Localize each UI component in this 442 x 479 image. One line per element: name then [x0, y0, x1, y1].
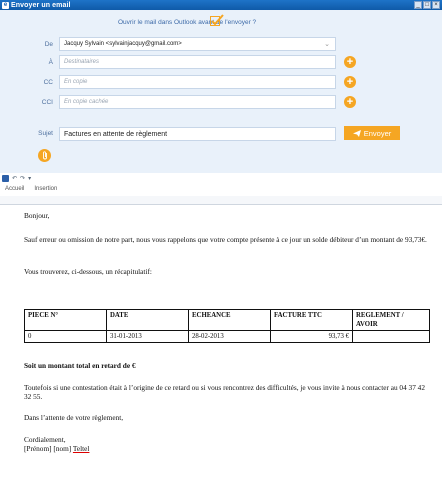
- signature-name: [Prénom] [nom]: [24, 444, 73, 453]
- to-placeholder: Destinataires: [64, 59, 100, 65]
- ribbon-band: [0, 196, 442, 204]
- quick-access-toolbar: ↶ ↷ ▾: [2, 175, 31, 182]
- tab-insertion[interactable]: Insertion: [34, 186, 57, 192]
- subject-label: Sujet: [38, 130, 53, 137]
- checkmark-icon[interactable]: [210, 14, 224, 26]
- window-title: Envoyer un email: [11, 1, 71, 9]
- cci-label: CCI: [41, 99, 53, 106]
- add-to-button[interactable]: +: [344, 56, 356, 68]
- subject-value: Factures en attente de règlement: [64, 130, 168, 138]
- add-cci-button[interactable]: +: [344, 96, 356, 108]
- table-cell: 31-01-2013: [106, 330, 189, 343]
- email-form-panel: [0, 10, 442, 173]
- body-paragraph-1: Sauf erreur ou omission de notre part, n…: [24, 235, 427, 244]
- column-header: REGLEMENT / AVOIR: [352, 309, 430, 331]
- chevron-down-icon[interactable]: ▾: [28, 175, 31, 182]
- maximize-button[interactable]: □: [423, 1, 431, 9]
- chevron-down-icon: ⌄: [324, 41, 330, 48]
- table-cell: 93,73 €: [270, 330, 353, 343]
- total-line: Soit un montant total en retard de €: [24, 361, 136, 370]
- greeting: Bonjour,: [24, 211, 50, 220]
- close-button[interactable]: ×: [432, 1, 440, 9]
- attachment-button[interactable]: [38, 149, 51, 162]
- ribbon-divider: [0, 204, 442, 205]
- invoice-table: PIECE N° DATE ECHEANCE FACTURE TTC REGLE…: [24, 309, 430, 343]
- tab-accueil[interactable]: Accueil: [5, 186, 24, 192]
- ribbon-tabs: Accueil Insertion: [5, 186, 57, 192]
- subject-field[interactable]: Factures en attente de règlement: [59, 127, 336, 141]
- signature-company: Teltel: [72, 444, 90, 453]
- table-cell: 28-02-2013: [188, 330, 271, 343]
- to-field[interactable]: Destinataires: [59, 55, 336, 69]
- cc-label: CC: [43, 79, 53, 86]
- body-paragraph-3: Toutefois si une contestation était à l’…: [24, 383, 425, 401]
- cci-placeholder: En copie cachée: [64, 99, 109, 105]
- column-header: FACTURE TTC: [270, 309, 353, 331]
- column-header: PIECE N°: [24, 309, 107, 331]
- window-title-bar: e Envoyer un email _ □ ×: [0, 0, 442, 10]
- closing: Cordialement,: [24, 435, 66, 444]
- table-row: 0 31-01-2013 28-02-2013 93,73 €: [24, 330, 430, 343]
- from-label: De: [44, 41, 53, 48]
- from-value: Jacquy Sylvain <sylvainjacquy@gmail.com>: [64, 41, 182, 47]
- signature: [Prénom] [nom] Teltel: [24, 444, 434, 453]
- add-cc-button[interactable]: +: [344, 76, 356, 88]
- paperclip-icon: [42, 151, 47, 160]
- app-icon: e: [2, 1, 9, 9]
- cci-field[interactable]: En copie cachée: [59, 95, 336, 109]
- table-cell: 0: [24, 330, 107, 343]
- open-in-outlook-question: Ouvrir le mail dans Outlook avant de l'e…: [118, 19, 257, 26]
- send-icon: [352, 129, 361, 137]
- cc-placeholder: En copie: [64, 79, 88, 85]
- column-header: DATE: [106, 309, 189, 331]
- send-button-label: Envoyer: [363, 128, 392, 138]
- undo-icon[interactable]: ↶: [12, 175, 17, 182]
- minimize-button[interactable]: _: [414, 1, 422, 9]
- window-controls: _ □ ×: [414, 1, 440, 9]
- column-header: ECHEANCE: [188, 309, 271, 331]
- from-select[interactable]: Jacquy Sylvain <sylvainjacquy@gmail.com>…: [59, 37, 336, 51]
- body-paragraph-2: Vous trouverez, ci-dessous, un récapitul…: [24, 267, 152, 276]
- redo-icon[interactable]: ↷: [20, 175, 25, 182]
- to-label: À: [48, 59, 53, 66]
- body-paragraph-4: Dans l’attente de votre règlement,: [24, 413, 124, 422]
- save-icon[interactable]: [2, 175, 9, 182]
- table-header-row: PIECE N° DATE ECHEANCE FACTURE TTC REGLE…: [24, 309, 430, 331]
- send-button[interactable]: Envoyer: [344, 126, 400, 140]
- cc-field[interactable]: En copie: [59, 75, 336, 89]
- table-cell: [352, 330, 430, 343]
